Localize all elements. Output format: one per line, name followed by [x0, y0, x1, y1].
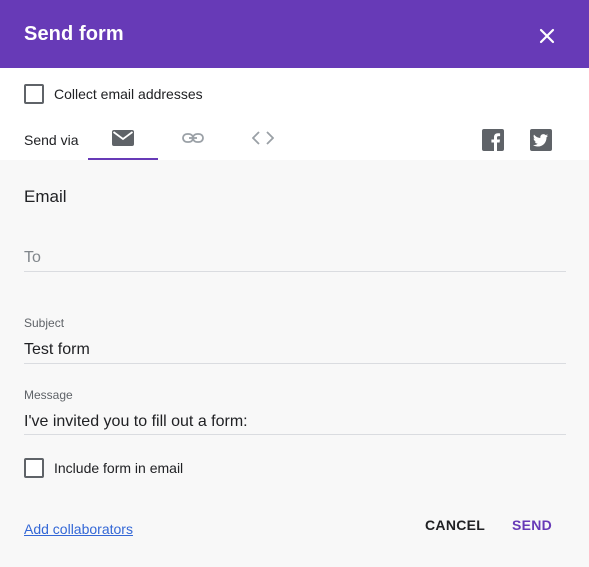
close-icon[interactable] — [535, 24, 559, 48]
to-underline — [24, 271, 566, 272]
subject-input[interactable] — [24, 339, 566, 361]
dialog-title: Send form — [24, 23, 124, 45]
to-input[interactable] — [24, 247, 566, 269]
subject-label: Subject — [24, 316, 65, 330]
email-icon — [112, 130, 134, 146]
dialog-header: Send form — [0, 0, 589, 68]
facebook-icon[interactable] — [482, 129, 504, 151]
tab-embed[interactable] — [228, 122, 298, 160]
message-input[interactable] — [24, 411, 566, 433]
include-form-label: Include form in email — [54, 460, 184, 476]
include-form-checkbox[interactable] — [24, 458, 44, 478]
collect-email-label: Collect email addresses — [54, 86, 203, 102]
twitter-icon[interactable] — [530, 129, 552, 151]
add-collaborators-link[interactable]: Add collaborators — [24, 521, 133, 537]
email-section-title: Email — [24, 187, 67, 206]
send-via-label: Send via — [24, 132, 79, 148]
send-button[interactable]: SEND — [512, 517, 552, 533]
link-icon — [182, 133, 204, 143]
cancel-button[interactable]: CANCEL — [425, 517, 485, 533]
collect-email-checkbox[interactable] — [24, 84, 44, 104]
message-underline — [24, 434, 566, 435]
message-label: Message — [24, 388, 73, 402]
subject-underline — [24, 363, 566, 364]
send-form-dialog: Send form Collect email addresses Send v… — [0, 0, 589, 567]
tab-link[interactable] — [158, 122, 228, 160]
tab-email[interactable] — [88, 122, 158, 160]
embed-icon — [252, 131, 274, 145]
